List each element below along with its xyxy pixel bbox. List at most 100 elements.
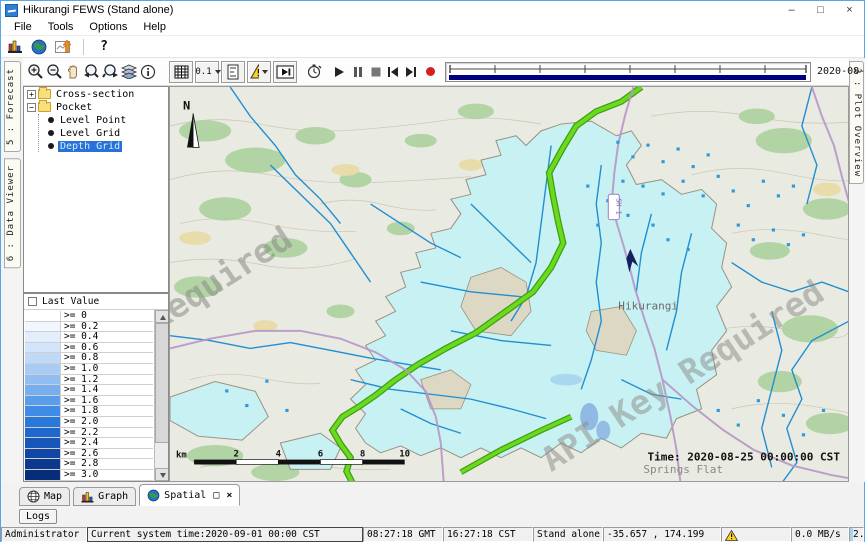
- scroll-up-icon[interactable]: [155, 310, 169, 323]
- pan-hand-icon[interactable]: [64, 61, 82, 82]
- threshold-value: 0.1: [195, 67, 211, 77]
- app-icon: [5, 4, 18, 17]
- color-swatch: [25, 417, 61, 427]
- tab-plot-overview[interactable]: 3 : Plot Overview: [849, 61, 864, 184]
- info-icon[interactable]: [139, 61, 157, 82]
- layers-icon[interactable]: [120, 61, 139, 82]
- pause-button[interactable]: [352, 61, 364, 82]
- zoom-out-icon[interactable]: [45, 61, 64, 82]
- color-swatch: [25, 343, 61, 353]
- svg-text:2: 2: [233, 450, 238, 460]
- tab-maximize-icon[interactable]: □: [213, 490, 219, 501]
- scale-legend-button[interactable]: [221, 61, 245, 83]
- title-bar: Hikurangi FEWS (Stand alone) – □ ×: [1, 1, 864, 19]
- status-memory: 2.5 GB: [849, 527, 864, 542]
- close-button[interactable]: ×: [835, 1, 864, 19]
- status-user: Administrator: [1, 527, 87, 542]
- last-value-checkbox[interactable]: [28, 297, 37, 306]
- warning-dropdown-button[interactable]: [247, 61, 271, 83]
- animation-window-button[interactable]: [273, 61, 297, 83]
- database-chart-icon[interactable]: [5, 38, 25, 56]
- expand-icon[interactable]: +: [27, 90, 36, 99]
- threshold-dropdown-button[interactable]: 0.1: [195, 61, 219, 83]
- status-bar: Administrator Current system time:2020-0…: [1, 527, 864, 542]
- color-swatch: [25, 438, 61, 448]
- status-mode: Stand alone: [533, 527, 603, 542]
- menu-help[interactable]: Help: [136, 20, 173, 34]
- timeline-datetime: 2020-08-25 00:00:00 CST: [817, 66, 865, 77]
- tab-graph[interactable]: Graph: [73, 487, 136, 506]
- tree-item-pocket[interactable]: − Pocket: [27, 101, 168, 113]
- folder-icon: [38, 102, 51, 112]
- minimize-button[interactable]: –: [777, 1, 806, 19]
- folder-icon: [38, 89, 51, 99]
- skip-end-button[interactable]: [404, 61, 418, 82]
- tree-item-level-grid[interactable]: Level Grid: [46, 127, 168, 139]
- tab-close-icon[interactable]: ×: [226, 490, 232, 501]
- color-swatch: [25, 375, 61, 385]
- menu-tools[interactable]: Tools: [41, 20, 81, 34]
- bar-chart-icon: [81, 491, 94, 503]
- document-tabs: Map Graph Spatial □ ×: [1, 482, 864, 506]
- help-icon[interactable]: ?: [94, 38, 114, 56]
- legend-entry: >= 3.0: [25, 470, 153, 481]
- chevron-down-icon: [215, 70, 221, 74]
- node-bullet-icon: [48, 130, 54, 136]
- svg-text:6: 6: [318, 450, 323, 460]
- play-button[interactable]: [332, 61, 346, 82]
- svg-text:SH 1: SH 1: [614, 198, 622, 214]
- status-warning[interactable]: [721, 527, 791, 542]
- map-canvas[interactable]: API Key Required API Key Required SH 1 H…: [170, 87, 849, 482]
- tab-spatial[interactable]: Spatial □ ×: [139, 484, 240, 506]
- legend-panel: Last Value >= 0 >= 0.2 >= 0.4 >= 0.6 >= …: [23, 293, 169, 482]
- timer-settings-icon[interactable]: [305, 61, 324, 82]
- import-chart-icon[interactable]: [53, 38, 73, 56]
- scroll-thumb[interactable]: [155, 323, 169, 443]
- color-swatch: [25, 406, 61, 416]
- skip-start-button[interactable]: [386, 61, 400, 82]
- left-tab-strip: 5 : Forecast 6 : Data Viewer: [1, 58, 23, 482]
- tab-map[interactable]: Map: [19, 487, 70, 506]
- zoom-next-icon[interactable]: [101, 61, 120, 82]
- application-window: Hikurangi FEWS (Stand alone) – □ × File …: [0, 0, 865, 542]
- timeline-slider[interactable]: [445, 62, 811, 82]
- map-time-label: Time: 2020-08-25 00:00:00 CST: [647, 451, 840, 464]
- collapse-icon[interactable]: −: [27, 103, 36, 112]
- window-title: Hikurangi FEWS (Stand alone): [23, 4, 173, 16]
- svg-text:8: 8: [360, 450, 365, 460]
- tab-forecast[interactable]: 5 : Forecast: [4, 61, 21, 152]
- tree-item-cross-section[interactable]: + Cross-section: [27, 88, 168, 100]
- stop-button[interactable]: [370, 61, 382, 82]
- color-swatch: [25, 428, 61, 438]
- color-swatch: [25, 364, 61, 374]
- zoom-previous-icon[interactable]: [82, 61, 101, 82]
- menu-options[interactable]: Options: [82, 20, 134, 34]
- globe-icon: [147, 489, 160, 502]
- menu-bar: File Tools Options Help: [1, 19, 864, 36]
- legend-scrollbar[interactable]: [154, 310, 168, 481]
- tab-data-viewer[interactable]: 6 : Data Viewer: [4, 158, 21, 268]
- menu-file[interactable]: File: [7, 20, 39, 34]
- status-system-time: Current system time:2020-09-01 00:00 CST: [87, 527, 363, 542]
- color-swatch: [25, 385, 61, 395]
- wire-globe-icon: [27, 490, 40, 503]
- status-throughput: 0.0 MB/s: [791, 527, 849, 542]
- color-swatch: [25, 353, 61, 363]
- record-button[interactable]: [424, 61, 437, 82]
- color-swatch: [25, 470, 61, 480]
- tree-item-level-point[interactable]: Level Point: [46, 114, 168, 126]
- globe-icon[interactable]: [29, 38, 49, 56]
- logs-button[interactable]: Logs: [19, 509, 57, 524]
- map-viewport[interactable]: API Key Required API Key Required SH 1 H…: [169, 86, 849, 482]
- scroll-down-icon[interactable]: [155, 468, 169, 481]
- right-tab-strip: 3 : Plot Overview: [849, 58, 865, 482]
- main-toolbar: ?: [1, 36, 864, 58]
- maximize-button[interactable]: □: [806, 1, 835, 19]
- zoom-in-icon[interactable]: [26, 61, 45, 82]
- legend-entry: >= 2.0: [25, 417, 153, 428]
- tree-item-depth-grid[interactable]: Depth Grid: [46, 140, 168, 152]
- grid-display-button[interactable]: [169, 61, 193, 83]
- node-bullet-icon: [48, 143, 54, 149]
- color-swatch: [25, 449, 61, 459]
- warning-icon: [725, 530, 738, 541]
